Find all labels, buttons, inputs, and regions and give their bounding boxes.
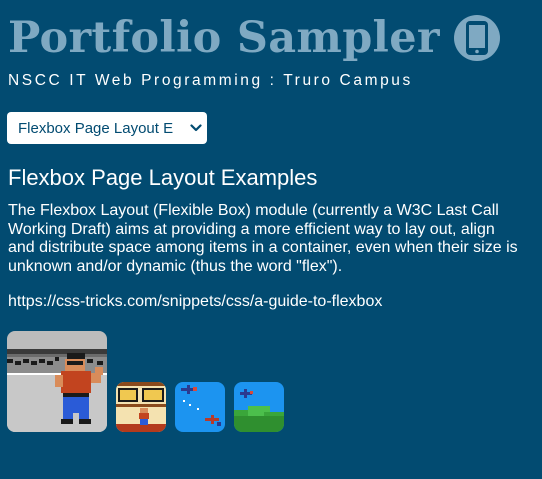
site-header: Portfolio Sampler (8, 10, 500, 66)
description-text: The Flexbox Layout (Flexible Box) module… (8, 202, 518, 275)
pixel-plane-hills-thumbnail[interactable] (234, 382, 284, 432)
phone-icon (453, 15, 500, 61)
thumbnail-gallery (7, 331, 293, 432)
pixel-planes-sky-thumbnail[interactable] (175, 382, 225, 432)
chevron-down-icon (185, 124, 207, 132)
pixel-street-scene-thumbnail[interactable] (116, 382, 166, 432)
site-title: Portfolio Sampler (8, 13, 440, 63)
pixel-brawler-thumbnail[interactable] (7, 331, 107, 432)
reference-link[interactable]: https://css-tricks.com/snippets/css/a-gu… (8, 293, 382, 311)
site-subtitle: NSCC IT Web Programming : Truro Campus (8, 72, 413, 89)
page-select[interactable]: Flexbox Page Layout E (7, 112, 207, 144)
page-select-value: Flexbox Page Layout E (18, 119, 174, 137)
page-title: Flexbox Page Layout Examples (8, 165, 318, 190)
